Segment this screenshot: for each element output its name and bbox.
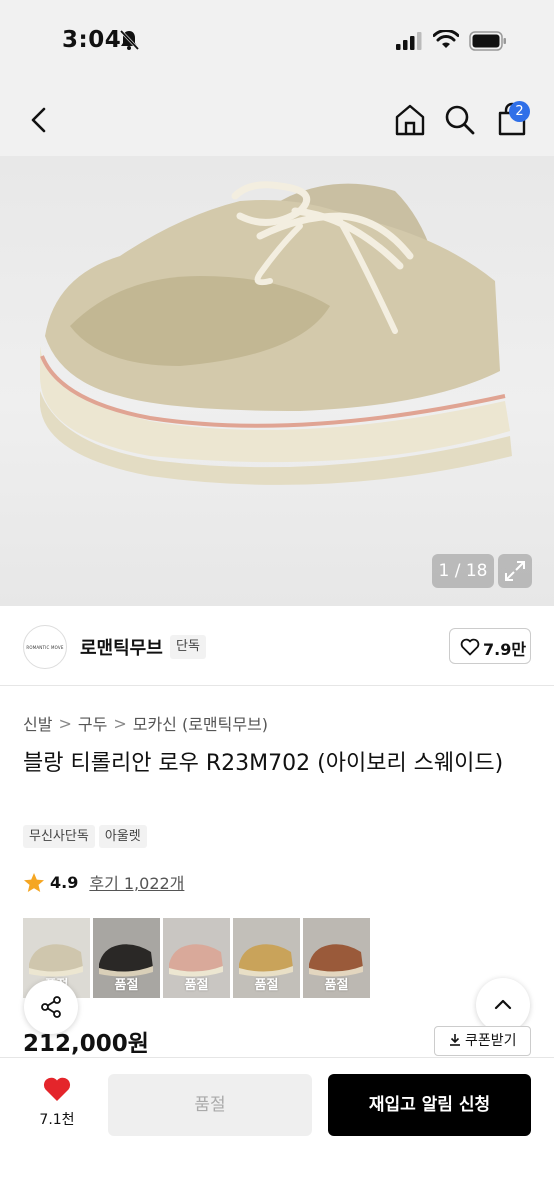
breadcrumb-item[interactable]: 구두 bbox=[78, 711, 107, 735]
heart-outline-icon bbox=[460, 638, 480, 656]
back-icon[interactable] bbox=[24, 104, 56, 136]
soldout-label: 품절 bbox=[324, 978, 349, 993]
shoe-image bbox=[40, 181, 512, 485]
brand-logo[interactable]: ROMANTIC MOVE bbox=[23, 625, 67, 669]
soldout-label: 품절 bbox=[184, 978, 209, 993]
home-icon[interactable] bbox=[392, 102, 428, 138]
share-icon bbox=[41, 996, 61, 1018]
expand-button[interactable] bbox=[498, 554, 532, 588]
color-option-mustard[interactable]: 품절 bbox=[233, 918, 300, 998]
scroll-top-button[interactable] bbox=[476, 978, 530, 1032]
download-icon bbox=[449, 1034, 460, 1046]
breadcrumb-separator: > bbox=[58, 713, 72, 733]
color-options: 품절 품절 품절 품절 품절 bbox=[23, 918, 370, 998]
wifi-icon bbox=[433, 30, 459, 48]
breadcrumb-item[interactable]: 신발 bbox=[23, 711, 52, 735]
color-option-black[interactable]: 품절 bbox=[93, 918, 160, 998]
product-title: 블랑 티롤리안 로우 R23M702 (아이보리 스웨이드) bbox=[23, 751, 504, 776]
status-time: 3:04 bbox=[62, 27, 122, 53]
breadcrumb-separator: > bbox=[113, 713, 127, 733]
rating[interactable]: 4.9 후기 1,022개 bbox=[23, 870, 184, 894]
breadcrumb-item[interactable]: 모카신 (로맨틱무브) bbox=[133, 711, 268, 735]
brand-row[interactable]: ROMANTIC MOVE 로맨틱무브 단독 7.9만 bbox=[0, 606, 554, 686]
heart-filled-icon bbox=[43, 1077, 71, 1101]
chevron-up-icon bbox=[494, 999, 512, 1010]
battery-icon bbox=[469, 31, 506, 51]
status-bar: 3:04 bbox=[0, 0, 554, 86]
rating-score: 4.9 bbox=[50, 872, 79, 892]
restock-alert-button[interactable]: 재입고 알림 신청 bbox=[328, 1074, 531, 1136]
cart-badge: 2 bbox=[509, 101, 530, 122]
product-image[interactable] bbox=[0, 156, 554, 606]
signal-icon bbox=[396, 32, 422, 50]
soldout-label: 품절 bbox=[254, 978, 279, 993]
color-option-brown[interactable]: 품절 bbox=[303, 918, 370, 998]
product-tag: 아울렛 bbox=[98, 825, 147, 848]
top-nav bbox=[0, 86, 554, 156]
product-price: 212,000원 bbox=[23, 1031, 149, 1057]
soldout-label: 품절 bbox=[114, 978, 139, 993]
breadcrumb: 신발 > 구두 > 모카신 (로맨틱무브) bbox=[23, 711, 268, 735]
brand-like-count: 7.9만 bbox=[483, 640, 527, 659]
star-icon bbox=[24, 872, 44, 892]
product-tags: 무신사단독 아울렛 bbox=[23, 825, 147, 848]
exclusive-tag: 단독 bbox=[170, 635, 206, 659]
wish-count: 7.1천 bbox=[39, 1112, 75, 1128]
product-tag: 무신사단독 bbox=[23, 825, 95, 848]
soldout-button: 품절 bbox=[108, 1074, 312, 1136]
brand-like-button[interactable]: 7.9만 bbox=[449, 628, 531, 664]
bottom-action-bar: 7.1천 품절 재입고 알림 신청 bbox=[0, 1057, 554, 1200]
coupon-button[interactable]: 쿠폰받기 bbox=[434, 1026, 531, 1056]
image-counter: 1 / 18 bbox=[432, 554, 494, 588]
wish-button[interactable]: 7.1천 bbox=[34, 1076, 80, 1129]
color-option-pink[interactable]: 품절 bbox=[163, 918, 230, 998]
search-icon[interactable] bbox=[442, 102, 478, 138]
brand-name[interactable]: 로맨틱무브 bbox=[80, 634, 163, 660]
coupon-label: 쿠폰받기 bbox=[464, 1033, 517, 1049]
review-count-link[interactable]: 후기 1,022개 bbox=[89, 870, 184, 894]
bell-off-icon bbox=[119, 29, 139, 51]
expand-icon bbox=[505, 561, 525, 581]
